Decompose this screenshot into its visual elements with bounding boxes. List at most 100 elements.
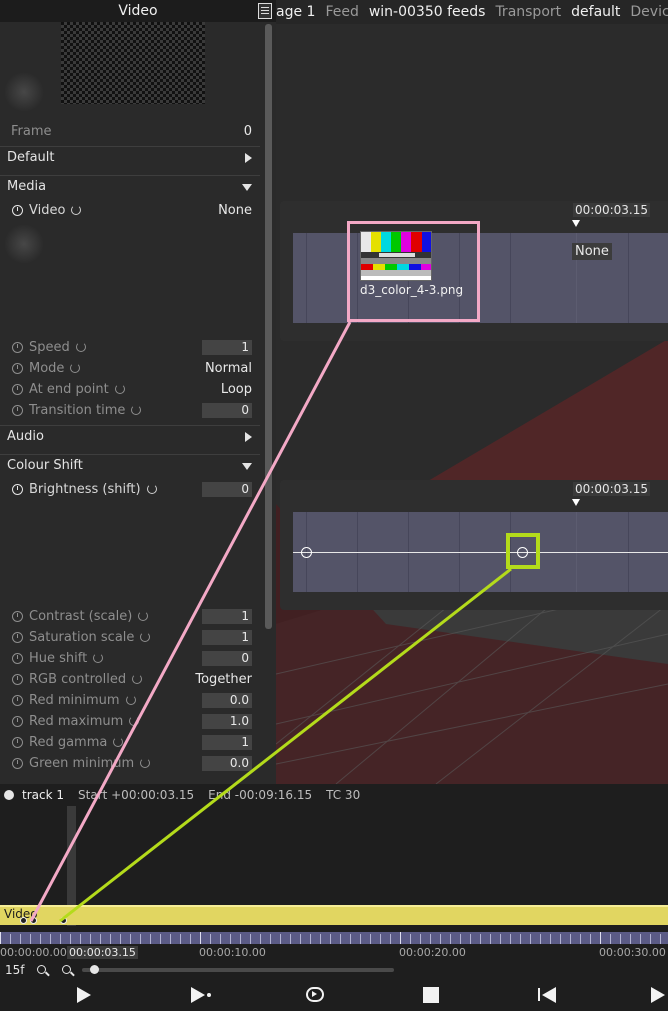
stage-3d-scene: [276, 24, 668, 784]
at-end-point-value[interactable]: Loop: [202, 382, 260, 397]
reset-icon[interactable]: [125, 695, 136, 705]
stopwatch-icon[interactable]: [12, 342, 23, 353]
mode-row[interactable]: Mode Normal: [0, 358, 260, 379]
brightness-field[interactable]: 0: [202, 482, 252, 497]
stopwatch-icon[interactable]: [12, 405, 23, 416]
ruler-tick: [70, 934, 71, 944]
stopwatch-icon[interactable]: [12, 716, 23, 727]
hue-shift-field[interactable]: 0: [202, 651, 252, 666]
document-icon[interactable]: [258, 3, 272, 19]
reset-icon[interactable]: [146, 484, 157, 494]
play-to-end-button[interactable]: [188, 986, 211, 1004]
stage-viewport[interactable]: [276, 24, 668, 784]
section-media[interactable]: Media: [0, 175, 260, 197]
panel-title: Video: [118, 3, 158, 19]
stopwatch-icon[interactable]: [12, 695, 23, 706]
reset-icon[interactable]: [75, 342, 86, 352]
stopwatch-icon[interactable]: [12, 384, 23, 395]
keyframe-dot[interactable]: [60, 917, 67, 924]
reset-icon[interactable]: [131, 405, 142, 415]
stopwatch-icon[interactable]: [12, 611, 23, 622]
zoom-out-icon[interactable]: [37, 965, 46, 974]
mode-value[interactable]: Normal: [202, 361, 260, 376]
video-layer-clip[interactable]: Video: [0, 905, 668, 925]
loop-button[interactable]: [304, 986, 326, 1004]
reset-icon[interactable]: [138, 611, 149, 621]
ruler-tick: [240, 934, 241, 944]
section-default[interactable]: Default: [0, 146, 260, 168]
topbar-page[interactable]: age 1: [276, 4, 315, 20]
reset-icon[interactable]: [93, 653, 104, 663]
red-gamma-row[interactable]: Red gamma 1: [0, 732, 260, 753]
contrast-field[interactable]: 1: [202, 609, 252, 624]
saturation-row[interactable]: Saturation scale 1: [0, 627, 260, 648]
reset-icon[interactable]: [71, 205, 82, 215]
stopwatch-icon[interactable]: [12, 205, 23, 216]
rgb-controlled-row[interactable]: RGB controlled Together: [0, 669, 260, 690]
time-ruler[interactable]: [0, 932, 668, 944]
play-button[interactable]: [74, 986, 96, 1004]
stopwatch-icon[interactable]: [12, 758, 23, 769]
frame-rate[interactable]: 15f: [5, 963, 25, 977]
video-value[interactable]: None: [202, 203, 260, 218]
stopwatch-icon[interactable]: [12, 674, 23, 685]
red-maximum-row[interactable]: Red maximum 1.0: [0, 711, 260, 732]
saturation-field[interactable]: 1: [202, 630, 252, 645]
rgb-controlled-value[interactable]: Together: [190, 672, 260, 687]
zoom-in-icon[interactable]: [62, 965, 71, 974]
green-minimum-row[interactable]: Green minimum 0.0: [0, 753, 260, 774]
at-end-point-row[interactable]: At end point Loop: [0, 379, 260, 400]
video-row[interactable]: Video None: [0, 200, 260, 221]
reset-icon[interactable]: [114, 384, 125, 394]
transition-time-field[interactable]: 0: [202, 403, 252, 418]
track-start: Start +00:00:03.15: [78, 788, 195, 802]
reset-icon[interactable]: [129, 716, 140, 726]
stop-button[interactable]: [420, 986, 442, 1004]
ruler-tick: [190, 934, 191, 944]
stopwatch-icon[interactable]: [12, 632, 23, 643]
skip-back-button[interactable]: [536, 986, 558, 1004]
topbar-feed-value[interactable]: win-00350 feeds: [369, 4, 486, 20]
speed-field[interactable]: 1: [202, 340, 252, 355]
reset-icon[interactable]: [140, 632, 151, 642]
reset-icon[interactable]: [113, 737, 124, 747]
topbar-transport-value[interactable]: default: [571, 4, 620, 20]
speed-row[interactable]: Speed 1: [0, 337, 260, 358]
ruler-tick: [140, 934, 141, 944]
stopwatch-icon[interactable]: [12, 484, 23, 495]
reset-icon[interactable]: [70, 363, 81, 373]
value-curve[interactable]: [293, 552, 668, 553]
stopwatch-icon[interactable]: [12, 737, 23, 748]
zoom-slider-handle[interactable]: [90, 965, 99, 974]
brightness-row[interactable]: Brightness (shift) 0: [0, 479, 260, 500]
red-maximum-field[interactable]: 1.0: [202, 714, 252, 729]
stopwatch-icon[interactable]: [12, 363, 23, 374]
pin-icon[interactable]: [4, 790, 14, 800]
red-gamma-field[interactable]: 1: [202, 735, 252, 750]
timeline-panel: track 1 Start +00:00:03.15 End -00:09:16…: [0, 784, 668, 1011]
green-minimum-field[interactable]: 0.0: [202, 756, 252, 771]
red-minimum-row[interactable]: Red minimum 0.0: [0, 690, 260, 711]
next-button[interactable]: [648, 986, 668, 1004]
reset-icon[interactable]: [140, 758, 151, 768]
keyframe-point[interactable]: [301, 547, 312, 558]
ruler-tick: [130, 934, 131, 944]
stopwatch-icon[interactable]: [12, 653, 23, 664]
ruler-label-20: 00:00:20.00: [399, 946, 466, 959]
keyframe-dot[interactable]: [30, 917, 37, 924]
track-name[interactable]: track 1: [22, 788, 64, 802]
panel-scrollbar[interactable]: [265, 24, 272, 629]
zoom-slider[interactable]: [82, 968, 394, 972]
playhead-marker[interactable]: [572, 499, 580, 506]
keyframe-dot[interactable]: [20, 917, 27, 924]
ruler-tick: [220, 934, 221, 944]
contrast-row[interactable]: Contrast (scale) 1: [0, 606, 260, 627]
transition-time-row[interactable]: Transition time 0: [0, 400, 260, 421]
playhead-marker[interactable]: [572, 220, 580, 227]
hue-shift-row[interactable]: Hue shift 0: [0, 648, 260, 669]
section-colour-shift[interactable]: Colour Shift: [0, 454, 260, 476]
red-minimum-field[interactable]: 0.0: [202, 693, 252, 708]
ruler-tick: [660, 934, 661, 944]
reset-icon[interactable]: [132, 674, 143, 684]
section-audio[interactable]: Audio: [0, 425, 260, 447]
